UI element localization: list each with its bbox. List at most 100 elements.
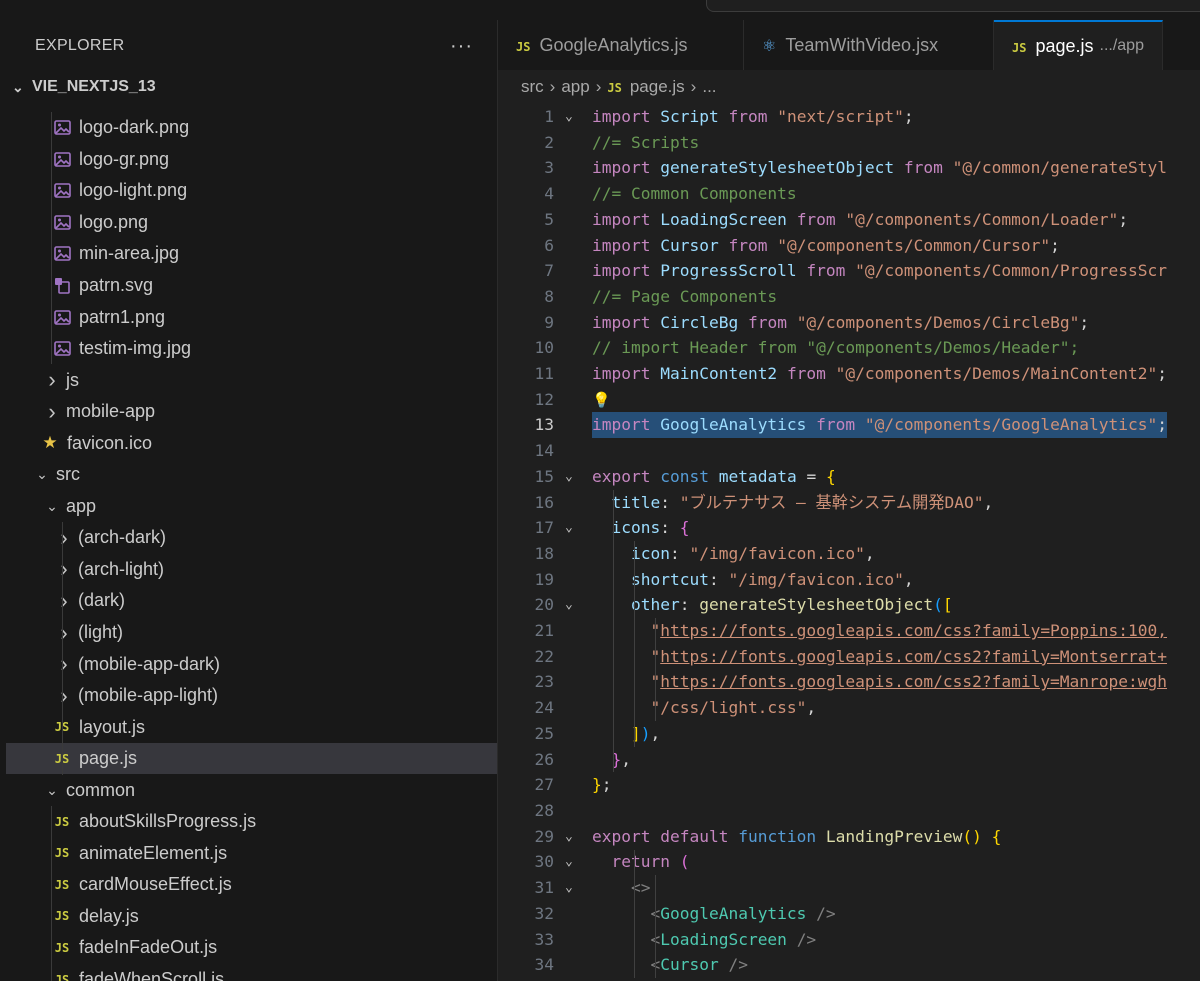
breadcrumb-item[interactable]: page.js <box>630 77 685 97</box>
code-token: //= Common Components <box>592 184 797 204</box>
star-icon: ★ <box>42 433 58 453</box>
tab-teamwithvideo-jsx[interactable]: ⚛ TeamWithVideo.jsx <box>744 20 994 70</box>
chevron-right-icon: › <box>549 77 556 96</box>
line-number: 31 <box>534 878 555 898</box>
code-text: export default function LandingPreview()… <box>592 824 1001 850</box>
line-number: 6 <box>544 235 554 255</box>
tree-item[interactable]: logo-dark.png <box>6 112 497 144</box>
tree-item[interactable]: ⌄ src <box>6 459 497 491</box>
code-token: "@/components/GoogleAnalytics" <box>864 415 1158 435</box>
tree-item[interactable]: patrn.svg <box>6 270 497 302</box>
tree-item[interactable]: › (dark) <box>6 585 497 617</box>
code-token: : <box>660 518 680 538</box>
code-line: 18 icon: "/img/favicon.ico", <box>498 541 1200 567</box>
code-line: 19 shortcut: "/img/favicon.ico", <box>498 567 1200 593</box>
tree-item[interactable]: logo-light.png <box>6 175 497 207</box>
tree-item[interactable]: JS cardMouseEffect.js <box>6 869 497 901</box>
fold-chevron-icon[interactable]: ⌄ <box>565 875 573 901</box>
breadcrumb-item[interactable]: src <box>521 77 544 97</box>
chevron-right-icon: › <box>60 556 68 582</box>
code-text: }, <box>592 747 632 773</box>
editor-tabs: JS GoogleAnalytics.js ⚛ TeamWithVideo.jsx JS… <box>498 20 1200 70</box>
code-text: export const metadata = { <box>592 464 836 490</box>
code-line: 31 ⌄ <> <box>498 875 1200 901</box>
js-icon: JS <box>54 846 70 861</box>
tree-item[interactable]: JS aboutSkillsProgress.js <box>6 806 497 838</box>
fold-chevron-icon[interactable]: ⌄ <box>565 104 573 130</box>
tree-item[interactable]: JS animateElement.js <box>6 838 497 870</box>
command-center-search[interactable] <box>706 0 1200 12</box>
code-token: title <box>611 492 661 512</box>
line-number: 8 <box>544 286 554 306</box>
line-number: 22 <box>534 646 555 666</box>
code-token: , <box>864 543 875 563</box>
tree-item-label: fadeInFadeOut.js <box>79 937 218 958</box>
tab-googleanalytics-js[interactable]: JS GoogleAnalytics.js <box>498 20 744 70</box>
indent-guide <box>634 541 635 747</box>
code-token: { <box>679 518 690 538</box>
tree-item[interactable]: JSpage.js <box>6 742 497 775</box>
fold-chevron-icon[interactable]: ⌄ <box>565 464 573 490</box>
code-token: "/css/light.css" <box>650 698 807 718</box>
tab-page-js[interactable]: JS page.js .../app <box>994 20 1163 70</box>
code-token: default <box>660 826 739 846</box>
tree-item[interactable]: › (mobile-app-light) <box>6 680 497 712</box>
breadcrumb-item[interactable]: app <box>561 77 589 97</box>
js-icon: JS <box>607 81 622 95</box>
tree-item-label: (light) <box>78 622 124 643</box>
tree-item[interactable]: logo.png <box>6 207 497 239</box>
line-number: 30 <box>534 852 555 872</box>
code-token: , <box>903 569 914 589</box>
code-line: 33 <LoadingScreen /> <box>498 927 1200 953</box>
fold-chevron-icon[interactable]: ⌄ <box>565 849 573 875</box>
code-token: } <box>592 775 602 795</box>
tree-item[interactable]: ★ favicon.ico <box>6 427 497 459</box>
code-token: LandingPreview <box>825 826 963 846</box>
tree-item[interactable]: testim-img.jpg <box>6 333 497 365</box>
tree-item[interactable]: › (arch-light) <box>6 554 497 586</box>
tree-item-label: mobile-app <box>66 401 156 422</box>
image-icon <box>52 339 72 359</box>
lightbulb-icon[interactable]: 💡 <box>592 391 611 409</box>
tree-item[interactable]: min-area.jpg <box>6 238 497 270</box>
tree-item[interactable]: JS fadeInFadeOut.js <box>6 932 497 964</box>
fold-chevron-icon[interactable]: ⌄ <box>565 592 573 618</box>
code-token: "@/components/Common/Loader" <box>845 209 1119 229</box>
code-token: "next/script" <box>777 107 904 126</box>
project-root[interactable]: ⌄ VIE_NEXTJS_13 <box>6 74 497 100</box>
code-editor[interactable]: 1 ⌄ import Script from "next/script"; 2 //= … <box>498 104 1200 979</box>
code-token: metadata <box>718 466 807 486</box>
tree-item[interactable]: ⌄ common <box>6 774 497 806</box>
tree-item[interactable]: › mobile-app <box>6 396 497 428</box>
tree-item[interactable]: JS fadeWhenScroll.js <box>6 964 497 981</box>
tree-item[interactable]: › (mobile-app-dark) <box>6 648 497 680</box>
tree-item[interactable]: › (light) <box>6 617 497 649</box>
tree-item[interactable]: › js <box>6 364 497 396</box>
code-token: Cursor <box>660 235 729 255</box>
code-token: import <box>592 364 661 384</box>
tree-item[interactable]: › (arch-dark) <box>6 522 497 554</box>
code-text: "https://fonts.googleapis.com/css2?famil… <box>592 644 1167 670</box>
code-line: 20 ⌄ other: generateStylesheetObject([ <box>498 592 1200 618</box>
line-number: 26 <box>534 749 555 769</box>
image-icon <box>52 307 72 327</box>
tree-item[interactable]: JSlayout.js <box>6 711 497 743</box>
code-line: 2 //= Scripts <box>498 130 1200 156</box>
tree-item-label: (arch-light) <box>78 558 165 579</box>
tree-item[interactable]: ⌄ app <box>6 491 497 523</box>
tree-item[interactable]: JS delay.js <box>6 901 497 933</box>
more-actions-icon[interactable]: ··· <box>450 35 473 58</box>
code-token: import <box>592 235 661 255</box>
tree-item[interactable]: logo-gr.png <box>6 144 497 176</box>
line-number: 24 <box>534 698 555 718</box>
fold-chevron-icon[interactable]: ⌄ <box>565 824 573 850</box>
fold-chevron-icon[interactable]: ⌄ <box>565 515 573 541</box>
line-number: 23 <box>534 672 555 692</box>
tree-item[interactable]: patrn1.png <box>6 301 497 333</box>
breadcrumb-item[interactable]: ... <box>702 77 716 97</box>
code-token: "@/components/Common/Cursor" <box>777 235 1051 255</box>
line-number: 16 <box>534 492 555 512</box>
